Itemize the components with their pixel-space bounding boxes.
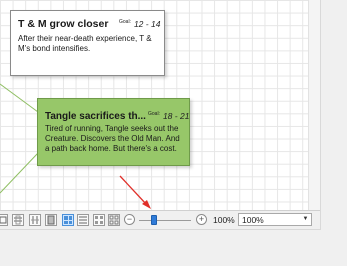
goal-label: Goal: xyxy=(119,19,131,25)
grid-view-icon xyxy=(64,216,72,224)
storyboard-window: T & M grow closer Goal: 12 - 14 After the… xyxy=(0,0,321,230)
zoom-in-button[interactable]: + xyxy=(196,214,207,225)
dotted-grid-icon xyxy=(109,215,119,225)
card-body: Tired of running, Tangle seeks out the C… xyxy=(45,124,180,153)
chevron-down-icon[interactable]: ▼ xyxy=(301,215,310,224)
zoom-out-button[interactable]: − xyxy=(124,214,135,225)
story-card-selected[interactable]: Tangle sacrifices th... Goal: 18 - 21 Tir… xyxy=(37,98,190,166)
card-goal: Goal: 18 - 21 xyxy=(148,111,189,121)
view-mode-7-button[interactable] xyxy=(93,214,105,226)
single-column-icon xyxy=(47,215,55,225)
view-mode-5-button[interactable] xyxy=(62,214,74,226)
card-goal: Goal: 12 - 14 xyxy=(119,19,160,29)
view-mode-4-button[interactable] xyxy=(45,214,57,226)
zoom-slider-track[interactable] xyxy=(139,220,191,221)
zoom-slider-thumb[interactable] xyxy=(151,215,157,225)
goal-label: Goal: xyxy=(148,111,160,117)
card-body: After their near-death experience, T & M… xyxy=(18,34,152,53)
view-mode-1-button[interactable] xyxy=(0,214,8,226)
columns-icon xyxy=(31,216,39,224)
vertical-scrollbar[interactable] xyxy=(308,0,320,210)
card-title: Tangle sacrifices th... xyxy=(45,111,146,122)
view-mode-6-button[interactable] xyxy=(77,214,89,226)
zoom-select-value: 100% xyxy=(242,215,264,225)
rows-icon xyxy=(14,215,22,225)
zoom-percentage-label: 100% xyxy=(213,215,235,225)
layout-icon xyxy=(0,216,7,224)
view-mode-2-button[interactable] xyxy=(12,214,24,226)
view-mode-8-button[interactable] xyxy=(108,214,120,226)
card-title: T & M grow closer xyxy=(18,18,109,30)
list-view-icon xyxy=(79,216,87,224)
zoom-select[interactable]: 100% ▼ xyxy=(238,213,312,226)
story-card[interactable]: T & M grow closer Goal: 12 - 14 After the… xyxy=(10,10,165,76)
view-mode-3-button[interactable] xyxy=(29,214,41,226)
status-bar: − + 100% 100% ▼ xyxy=(0,210,320,229)
tiles-view-icon xyxy=(95,216,103,224)
goal-value: 12 - 14 xyxy=(133,19,161,29)
goal-value: 18 - 21 xyxy=(162,111,190,121)
